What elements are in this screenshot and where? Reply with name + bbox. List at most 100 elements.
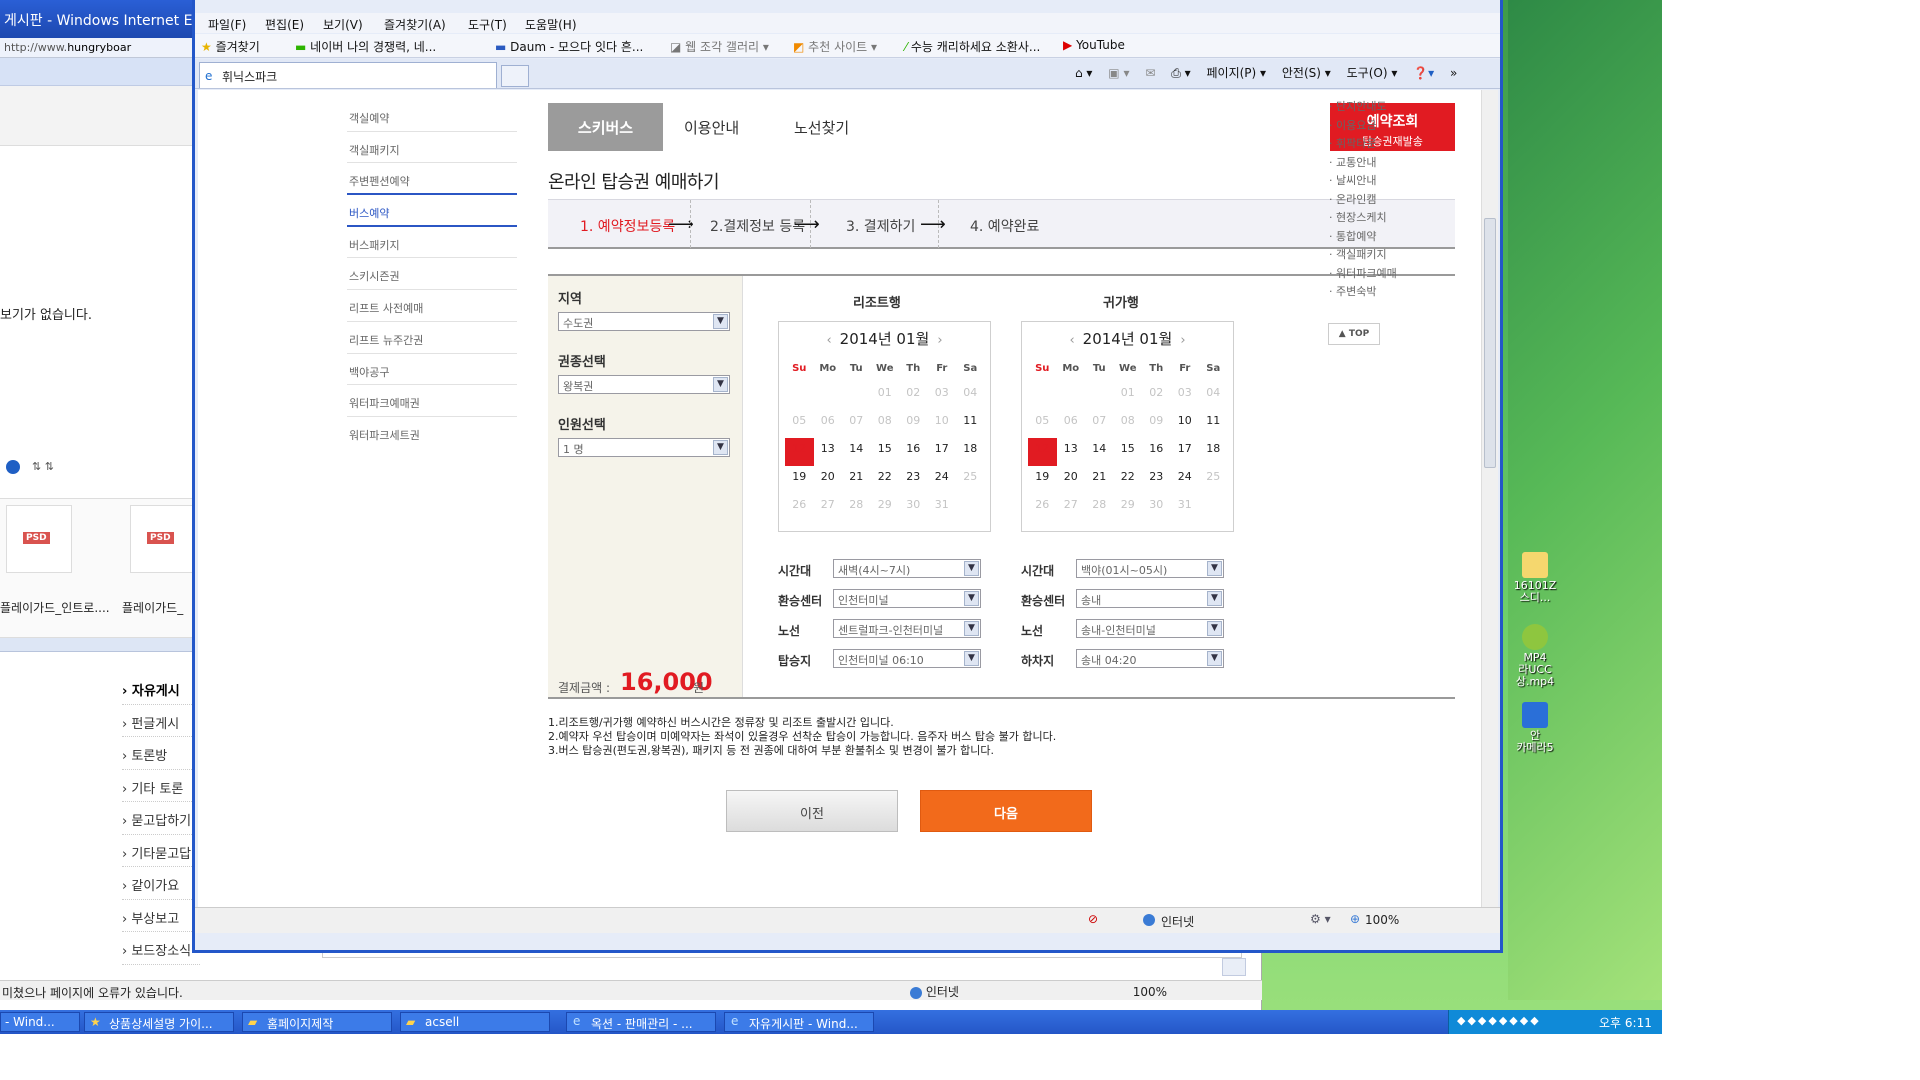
calendar-day[interactable]: 18 (956, 438, 985, 466)
nav-item[interactable]: 워터파크예매권 (347, 385, 517, 417)
quick-link[interactable]: · 날씨안내 (1329, 172, 1397, 191)
clock[interactable]: 오후 6:11 (1599, 1014, 1652, 1031)
favorites-button[interactable]: ★ 즐겨찾기 (201, 38, 260, 55)
in-transfer-select[interactable]: 송내 ▼ (1076, 589, 1224, 608)
quick-link[interactable]: · 현장스케치 (1329, 209, 1397, 228)
menu-edit[interactable]: 편집(E) (265, 16, 304, 33)
calendar-day[interactable]: 14 (842, 438, 871, 466)
calendar-day[interactable]: 16 (899, 438, 928, 466)
forum-item[interactable]: › 같이가요 (122, 867, 200, 900)
favorite-link-game[interactable]: ⁄ 수능 캐리하세요 소환사... (905, 38, 1040, 55)
calendar-day[interactable]: 17 (1171, 438, 1200, 466)
quick-link[interactable]: · 주변숙박 (1329, 283, 1397, 302)
sort-icon[interactable]: ⇅ ⇅ (32, 460, 54, 473)
region-select[interactable]: 수도권 ▼ (558, 312, 730, 331)
protected-mode-icon[interactable]: ⚙ ▾ (1310, 912, 1331, 926)
calendar-day[interactable]: 22 (871, 466, 900, 494)
calendar-day[interactable]: 10 (1171, 410, 1200, 438)
nav-item[interactable]: 리프트 사전예매 (347, 290, 517, 322)
calendar-day[interactable]: 16 (1142, 438, 1171, 466)
in-time-select[interactable]: 백야(01시~05시) ▼ (1076, 559, 1224, 578)
tab-phoenix-park[interactable]: e 휘닉스파크 (199, 62, 497, 88)
next-month-icon[interactable]: › (1180, 333, 1185, 348)
out-stop-select[interactable]: 인천터미널 06:10 ▼ (833, 649, 981, 668)
taskbar-item[interactable]: e 옥션 - 판매관리 - ... (566, 1012, 716, 1032)
nav-item[interactable]: 주변펜션예약 (347, 163, 517, 196)
nav-item[interactable]: 워터파크세트권 (347, 417, 517, 449)
desktop-icon-folder[interactable]: 16101Z 스디... (1508, 552, 1562, 604)
menu-tools[interactable]: 도구(T) (468, 16, 507, 33)
previous-button[interactable]: 이전 (726, 790, 898, 832)
tab-route-search[interactable]: 노선찾기 (794, 117, 849, 138)
calendar-day[interactable]: 20 (1057, 466, 1086, 494)
forum-item[interactable]: › 펀글게시 (122, 705, 200, 737)
quick-link[interactable]: · 통합예약 (1329, 228, 1397, 247)
next-button[interactable]: 다음 (920, 790, 1092, 832)
inbound-calendar[interactable]: ‹ 2014년 01월 › Su Mo Tu We Th Fr Sa 01 02 03 0… (1021, 321, 1234, 532)
taskbar-item[interactable]: ★ 상품상세설명 가이... (84, 1012, 234, 1032)
calendar-day[interactable]: 22 (1114, 466, 1143, 494)
calendar-day-selected[interactable]: 12 (785, 438, 814, 466)
out-time-select[interactable]: 새벽(4시~7시) ▼ (833, 559, 981, 578)
quick-link[interactable]: · 온라인캠 (1329, 191, 1397, 210)
calendar-day[interactable]: 15 (1114, 438, 1143, 466)
taskbar-item[interactable]: - Wind... (0, 1012, 80, 1032)
tray-icons[interactable]: ◆◆◆◆◆◆◆◆ (1457, 1014, 1541, 1027)
calendar-day[interactable]: 17 (928, 438, 957, 466)
calendar-day[interactable]: 11 (1199, 410, 1228, 438)
calendar-day[interactable]: 21 (842, 466, 871, 494)
nav-item[interactable]: 객실패키지 (347, 132, 517, 164)
quick-link[interactable]: · 이용요금 (1329, 117, 1397, 136)
popup-blocked-icon[interactable]: ⊘ (1088, 912, 1098, 926)
play-icon[interactable] (6, 460, 20, 474)
nav-item-bus-reservation[interactable]: 버스예약 (347, 195, 517, 227)
status-zoom[interactable]: 100% (1365, 913, 1399, 927)
bg-address-bar[interactable]: http://www.hungryboar (0, 38, 200, 58)
suggested-sites[interactable]: ◩ 추천 사이트 ▾ (793, 38, 877, 55)
tab-usage-guide[interactable]: 이용안내 (684, 117, 739, 138)
nav-item[interactable]: 스키시즌권 (347, 258, 517, 291)
menu-help[interactable]: 도움말(H) (525, 16, 577, 33)
quick-link[interactable]: · 워터파크예매 (1329, 265, 1397, 284)
zoom-icon[interactable]: ⊕ (1350, 912, 1360, 926)
rss-icon[interactable]: ▣ ▾ (1108, 66, 1129, 80)
back-to-top-button[interactable]: ▲ TOP (1328, 323, 1380, 345)
calendar-day[interactable]: 23 (1142, 466, 1171, 494)
desktop-icon-video[interactable]: MP4 라UCC 상.mp4 (1508, 624, 1562, 688)
people-select[interactable]: 1 명 ▼ (558, 438, 730, 457)
bg-horizontal-scrollbar[interactable] (0, 638, 200, 652)
print-icon[interactable]: ⎙ ▾ (1171, 66, 1190, 80)
calendar-day[interactable]: 23 (899, 466, 928, 494)
prev-month-icon[interactable]: ‹ (826, 333, 831, 348)
favorite-link-naver[interactable]: ▬ 네이버 나의 경쟁력, 네... (295, 38, 436, 55)
prev-month-icon[interactable]: ‹ (1069, 333, 1074, 348)
forum-item[interactable]: › 기타 토론 (122, 770, 200, 802)
web-slice-gallery[interactable]: ◪ 웹 조각 갤러리 ▾ (670, 38, 769, 55)
page-menu[interactable]: 페이지(P) ▾ (1206, 66, 1266, 80)
calendar-day[interactable]: 21 (1085, 466, 1114, 494)
taskbar-item[interactable]: ▰ 홈페이지제작 (242, 1012, 392, 1032)
nav-item[interactable]: 백야공구 (347, 354, 517, 386)
scrollbar-thumb[interactable] (1484, 218, 1496, 468)
favorite-link-youtube[interactable]: ▶ YouTube (1063, 38, 1125, 52)
menu-file[interactable]: 파일(F) (208, 16, 246, 33)
bg-status-zoom[interactable]: 100% (1133, 985, 1167, 999)
quick-link[interactable]: · 객실패키지 (1329, 246, 1397, 265)
out-transfer-select[interactable]: 인천터미널 ▼ (833, 589, 981, 608)
quick-link[interactable]: · 단지안내도 (1329, 98, 1397, 117)
forum-item[interactable]: › 보드장소식 (122, 932, 200, 965)
calendar-day[interactable]: 19 (785, 466, 814, 494)
calendar-day[interactable]: 24 (928, 466, 957, 494)
mail-icon[interactable]: ✉ (1145, 66, 1155, 80)
in-stop-select[interactable]: 송내 04:20 ▼ (1076, 649, 1224, 668)
nav-item[interactable]: 리프트 뉴주간권 (347, 322, 517, 354)
nav-item[interactable]: 객실예약 (347, 100, 517, 132)
chevron-right-icon[interactable]: » (1450, 66, 1457, 80)
quick-link[interactable]: · 교통안내 (1329, 154, 1397, 173)
forum-item[interactable]: › 자유게시 (122, 672, 200, 705)
desktop-icon-app[interactable]: 안 카메라5 (1508, 702, 1562, 754)
calendar-day[interactable]: 11 (956, 410, 985, 438)
calendar-day[interactable]: 14 (1085, 438, 1114, 466)
bg-scroll-button[interactable] (1222, 958, 1246, 976)
tools-menu[interactable]: 도구(O) ▾ (1347, 66, 1398, 80)
